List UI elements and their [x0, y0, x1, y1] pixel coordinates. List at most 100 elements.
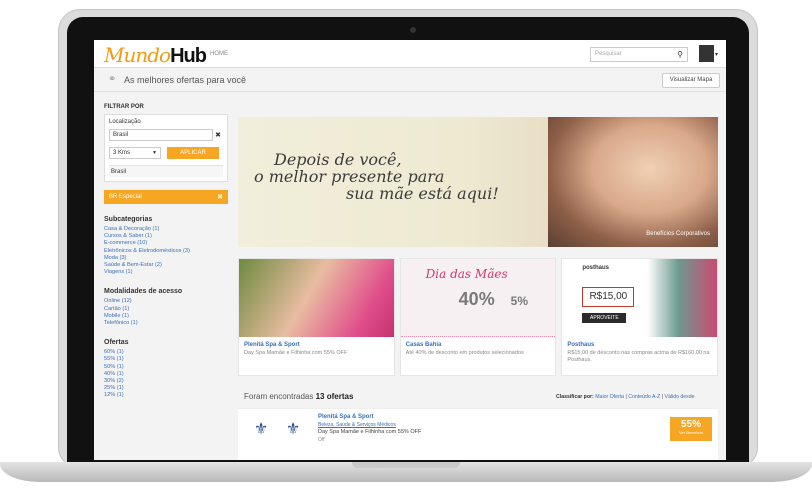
nav-home-link[interactable]: HOME — [210, 51, 228, 57]
search-placeholder: Pesquisar — [595, 51, 622, 57]
subcategory-link[interactable]: Saúde & Bem-Estar (2) — [104, 262, 228, 269]
access-title: Modalidades de acesso — [104, 288, 183, 296]
promo-percent-b: 5% — [510, 294, 529, 308]
offer-link[interactable]: 60% (1) — [104, 349, 228, 356]
offer-link[interactable]: 12% (1) — [104, 392, 228, 399]
access-link[interactable]: Cartão (1) — [104, 306, 228, 313]
offer-card[interactable]: Plenitá Spa & Sport Day Spa Mamãe e Filh… — [238, 258, 395, 376]
subcategory-link[interactable]: Casa & Decoração (1) — [104, 226, 228, 233]
offer-link[interactable]: 50% (1) — [104, 364, 228, 371]
radius-select-value: 3 Kms — [113, 150, 131, 156]
partner-logo: ⚜ — [285, 421, 301, 438]
location-result[interactable]: Brasil — [109, 165, 223, 177]
banner-brand: Benefícios Corporativos — [646, 231, 710, 237]
sort-option[interactable]: Válido desde — [665, 394, 695, 400]
result-title[interactable]: Plenitá Spa & Sport — [318, 414, 374, 420]
access-group: Modalidades de acesso Online (12) Cartão… — [104, 288, 228, 327]
offer-link[interactable]: 30% (2) — [104, 378, 228, 385]
access-link[interactable]: Telefônico (1) — [104, 320, 228, 327]
posthaus-logo: posthaus — [582, 265, 610, 271]
close-icon[interactable]: ✖ — [215, 131, 221, 139]
offers-group: Ofertas 60% (1) 55% (1) 50% (1) 40% (1) … — [104, 339, 228, 399]
banner-photo — [548, 117, 718, 247]
location-input[interactable]: Brasil ✖ — [109, 129, 221, 141]
banner-line-1: Depois de você, — [274, 150, 402, 169]
result-desc: Day Spa Mamãe e Filhinha com 55% OFF — [318, 429, 422, 435]
chevron-down-icon: ▼ — [152, 150, 157, 156]
tag-icon: ⚭ — [108, 74, 117, 85]
active-filter-label: BR Especial — [109, 194, 142, 200]
results-count-value: 13 ofertas — [315, 392, 354, 401]
results-count-prefix: Foram encontradas — [244, 392, 314, 401]
offer-card-image: posthaus R$15,00 APROVEITE — [562, 259, 718, 337]
offer-card-image — [239, 259, 394, 337]
page-header: ⚭ As melhores ofertas para você Visualiz… — [94, 68, 726, 92]
subcategory-link[interactable]: Viagens (1) — [104, 269, 228, 276]
subcategories-title: Subcategorias — [104, 216, 153, 223]
offer-card-title[interactable]: Casas Bahia — [406, 342, 551, 348]
discount-badge[interactable]: 55% Ver Benefício — [670, 417, 712, 441]
offer-card[interactable]: posthaus R$15,00 APROVEITE Posthaus R$15… — [561, 258, 719, 376]
banner-line-3: sua mãe está aqui! — [346, 184, 499, 203]
offer-card[interactable]: Dia das Mães 40% 5% Casas Bahia Até 40% … — [399, 258, 557, 376]
sort-label: Classificar por: — [556, 394, 594, 400]
laptop-frame: MundoHub HOME Pesquisar ⚲ ▾ ⚭ As melhore… — [0, 0, 812, 491]
partner-logo: ⚜ — [253, 421, 269, 438]
featured-offers: Plenitá Spa & Sport Day Spa Mamãe e Filh… — [238, 258, 719, 376]
promo-button: APROVEITE — [582, 313, 627, 323]
access-link[interactable]: Mobile (1) — [104, 313, 228, 320]
logo-text-part2: Hub — [170, 45, 207, 67]
close-icon[interactable]: ✖ — [217, 193, 223, 201]
camera-icon — [410, 27, 416, 33]
access-link[interactable]: Online (12) — [104, 298, 228, 305]
site-logo[interactable]: MundoHub — [104, 43, 207, 68]
offer-card-title[interactable]: Posthaus — [567, 342, 712, 348]
user-avatar-icon[interactable] — [699, 45, 714, 62]
result-category[interactable]: Beleza, Saúde & Serviços Médicos — [318, 422, 396, 428]
offers-title: Ofertas — [104, 339, 129, 347]
logo-text-part1: Mundo — [104, 43, 171, 67]
banner-headline: Depois de você, o melhor presente para s… — [254, 151, 499, 202]
view-map-button[interactable]: Visualizar Mapa — [662, 73, 720, 88]
subcategory-link[interactable]: E-commerce (10) — [104, 240, 228, 247]
hero-banner[interactable]: Depois de você, o melhor presente para s… — [238, 117, 718, 247]
discount-percent: 55% — [680, 419, 701, 430]
offer-link[interactable]: 55% (1) — [104, 356, 228, 363]
subcategory-link[interactable]: Eletrônicos & Eletrodomésticos (3) — [104, 248, 228, 255]
discount-sub: Ver Benefício — [679, 430, 703, 435]
location-filter-box: Localização Brasil ✖ 3 Kms ▼ APLICAR Bra… — [104, 114, 228, 182]
results-count: Foram encontradas 13 ofertas — [244, 392, 353, 401]
promo-title: Dia das Mães — [425, 267, 508, 281]
promo-price: R$15,00 — [582, 287, 635, 307]
subcategory-link[interactable]: Cursos & Saber (1) — [104, 233, 228, 240]
search-icon[interactable]: ⚲ — [677, 50, 683, 59]
filter-title: FILTRAR POR — [104, 104, 144, 110]
location-title: Localização — [109, 119, 141, 125]
result-meta: Off — [318, 437, 325, 443]
search-input[interactable]: Pesquisar ⚲ — [590, 47, 688, 62]
page-title: As melhores ofertas para você — [124, 75, 247, 85]
chevron-down-icon[interactable]: ▾ — [715, 51, 718, 58]
laptop-notch — [352, 462, 460, 468]
offer-link[interactable]: 40% (1) — [104, 371, 228, 378]
offer-card-desc: Até 40% de desconto em produtos selecion… — [405, 350, 524, 356]
promo-percent-a: 40% — [458, 289, 495, 309]
offer-card-desc: R$15,00 de desconto nas compras acima de… — [567, 350, 710, 363]
top-navbar: MundoHub HOME Pesquisar ⚲ ▾ — [94, 40, 726, 68]
location-input-value: Brasil — [113, 132, 129, 138]
subcategory-link[interactable]: Moda (3) — [104, 255, 228, 262]
offer-card-desc: Day Spa Mamãe e Filhinha com 55% OFF — [244, 350, 348, 356]
filter-sidebar: FILTRAR POR Localização Brasil ✖ 3 Kms ▼… — [104, 104, 228, 400]
sort-option[interactable]: Maior Oferta — [595, 394, 624, 400]
sort-options: Classificar por: Maior Oferta | Conteúdo… — [556, 394, 695, 400]
browser-screen: MundoHub HOME Pesquisar ⚲ ▾ ⚭ As melhore… — [94, 40, 726, 460]
result-row[interactable]: ⚜ ⚜ Plenitá Spa & Sport Beleza, Saúde & … — [238, 408, 718, 460]
apply-button[interactable]: APLICAR — [167, 147, 219, 159]
active-filter-badge[interactable]: BR Especial ✖ — [104, 190, 228, 204]
sort-option[interactable]: Conteúdo A-Z — [628, 394, 660, 400]
radius-select[interactable]: 3 Kms ▼ — [109, 147, 161, 159]
subcategories-group: Subcategorias Casa & Decoração (1) Curso… — [104, 216, 228, 276]
offer-link[interactable]: 25% (1) — [104, 385, 228, 392]
offer-card-image: Dia das Mães 40% 5% — [400, 259, 556, 337]
offer-card-title[interactable]: Plenitá Spa & Sport — [244, 342, 389, 348]
